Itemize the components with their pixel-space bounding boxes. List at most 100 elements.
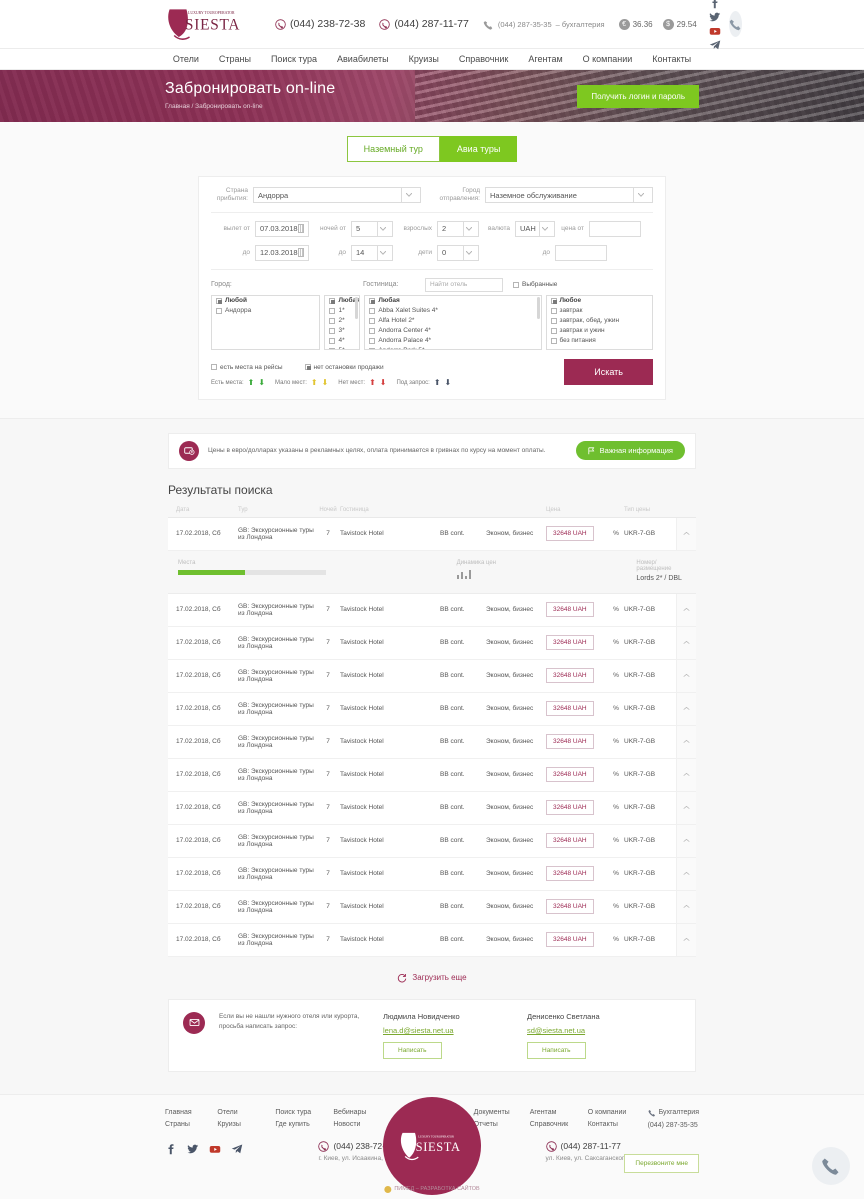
footer-link-agents[interactable]: Агентам [530, 1109, 588, 1116]
table-row[interactable]: 17.02.2018, Сб GB: Экскурсионные туры из … [168, 593, 696, 627]
row-price[interactable]: 32648 UAH [546, 734, 608, 750]
row-price[interactable]: 32648 UAH [546, 701, 608, 717]
youtube-icon[interactable] [709, 25, 721, 37]
depart-from-input[interactable]: 07.03.2018 [255, 220, 309, 237]
meal-option-0[interactable]: Любое [547, 296, 653, 306]
footer-logo[interactable]: LUXURY TOUROPERATOR SIESTA [383, 1096, 481, 1195]
header-call-button[interactable] [728, 11, 742, 37]
facebook-icon[interactable] [709, 0, 721, 9]
price-from-input[interactable] [589, 220, 641, 237]
nav-item-5[interactable]: Справочник [459, 54, 509, 64]
youtube-icon[interactable] [209, 1143, 221, 1155]
contact-person-1-write-button[interactable]: Написать [383, 1041, 442, 1059]
hotel-option-2[interactable]: Alfa Hotel 2* [365, 316, 540, 326]
row-price[interactable]: 32648 UAH [546, 833, 608, 849]
footer-link-where-buy[interactable]: Где купить [275, 1121, 333, 1128]
star-option-2[interactable]: 2* [325, 316, 359, 326]
table-row[interactable]: 17.02.2018, Сб GB: Экскурсионные туры из … [168, 758, 696, 792]
kids-select[interactable]: 0 [437, 244, 479, 261]
table-row[interactable]: 17.02.2018, Сб GB: Экскурсионные туры из … [168, 824, 696, 858]
star-option-5[interactable]: 5* [325, 346, 359, 349]
footer-accounting-phone[interactable]: (044) 287-35-35 [648, 1122, 699, 1129]
footer-link-tour-search[interactable]: Поиск тура [275, 1109, 333, 1116]
row-collapse-toggle[interactable] [676, 725, 696, 758]
load-more-button[interactable]: Загрузить еще [168, 973, 696, 983]
row-price[interactable]: 32648 UAH [546, 932, 608, 948]
nav-item-1[interactable]: Страны [219, 54, 251, 64]
row-price[interactable]: 32648 UAH [546, 767, 608, 783]
tab-air-tour[interactable]: Авиа туры [439, 136, 518, 162]
row-collapse-toggle[interactable] [676, 923, 696, 956]
floating-call-button[interactable] [812, 1146, 850, 1185]
footer-link-contacts[interactable]: Контакты [588, 1121, 648, 1128]
row-collapse-toggle[interactable] [676, 758, 696, 791]
hotel-list[interactable]: Любая Abba Xalet Suites 4* Alfa Hotel 2*… [364, 294, 542, 350]
table-row[interactable]: 17.02.2018, Сб GB: Экскурсионные туры из … [168, 857, 696, 891]
tab-ground-tour[interactable]: Наземный тур [346, 136, 440, 162]
row-price[interactable]: 32648 UAH [546, 635, 608, 651]
table-row[interactable]: 17.02.2018, Сб GB: Экскурсионные туры из … [168, 890, 696, 924]
table-row[interactable]: 17.02.2018, Сб GB: Экскурсионные туры из … [168, 626, 696, 660]
row-collapse-toggle[interactable] [676, 626, 696, 659]
hotel-option-1[interactable]: Abba Xalet Suites 4* [365, 306, 540, 316]
price-to-input[interactable] [555, 244, 607, 261]
favorites-checkbox[interactable]: Выбранные [513, 281, 557, 288]
footer-link-handbook[interactable]: Справочник [530, 1121, 588, 1128]
row-collapse-toggle[interactable] [676, 692, 696, 725]
nav-item-8[interactable]: Контакты [652, 54, 691, 64]
table-row[interactable]: 17.02.2018, Сб GB: Экскурсионные туры из … [168, 659, 696, 693]
row-collapse-toggle[interactable] [676, 791, 696, 824]
hotel-option-4[interactable]: Andorra Palace 4* [365, 336, 540, 346]
adults-select[interactable]: 2 [437, 220, 479, 237]
contact-person-2-email[interactable]: sd@siesta.net.ua [527, 1026, 657, 1035]
footer-link-reports[interactable]: Отчеты [474, 1121, 530, 1128]
twitter-icon[interactable] [187, 1143, 199, 1155]
meal-option-2[interactable]: завтрак, обед, ужин [547, 316, 653, 326]
row-collapse-toggle[interactable] [676, 593, 696, 626]
row-price[interactable]: 32648 UAH [546, 866, 608, 882]
hotel-option-5[interactable]: Andorra Park 5* [365, 346, 540, 349]
telegram-icon[interactable] [709, 39, 721, 51]
star-option-4[interactable]: 4* [325, 336, 359, 346]
telegram-icon[interactable] [231, 1143, 243, 1155]
row-collapse-toggle[interactable] [676, 824, 696, 857]
footer-link-cruises[interactable]: Круизы [217, 1121, 275, 1128]
footer-link-hotels[interactable]: Отели [217, 1109, 275, 1116]
stars-list[interactable]: Любая 1* 2* 3* 4* 5* Apt [324, 294, 361, 350]
site-logo[interactable]: LUXURY TOUROPERATOR SIESTA [165, 6, 257, 42]
nights-to-select[interactable]: 14 [351, 244, 393, 261]
contact-person-2-write-button[interactable]: Написать [527, 1041, 586, 1059]
meal-option-1[interactable]: завтрак [547, 306, 653, 316]
meal-option-4[interactable]: без питания [547, 336, 653, 346]
table-row[interactable]: 17.02.2018, Сб GB: Экскурсионные туры из … [168, 791, 696, 825]
city-option-1[interactable]: Андорра [212, 306, 319, 316]
city-from-select[interactable]: Наземное обслуживание [485, 187, 653, 204]
nav-item-3[interactable]: Авиабилеты [337, 54, 389, 64]
row-price[interactable]: 32648 UAH [546, 899, 608, 915]
nav-item-2[interactable]: Поиск тура [271, 54, 317, 64]
row-price[interactable]: 32648 UAH [546, 602, 608, 618]
table-row[interactable]: 17.02.2018, Сб GB: Экскурсионные туры из … [168, 923, 696, 957]
footer-link-main[interactable]: Главная [165, 1109, 217, 1116]
twitter-icon[interactable] [709, 11, 721, 23]
table-row[interactable]: 17.02.2018, Сб GB: Экскурсионные туры из … [168, 517, 696, 551]
nav-item-0[interactable]: Отели [173, 54, 199, 64]
expanded-dynamics[interactable]: Динамика цен [456, 560, 637, 582]
row-price[interactable]: 32648 UAH [546, 668, 608, 684]
depart-to-input[interactable]: 12.03.2018 [255, 244, 309, 261]
important-info-button[interactable]: Важная информация [575, 441, 685, 461]
no-stop-sales-checkbox[interactable]: нет остановки продажи [304, 364, 384, 371]
table-row[interactable]: 17.02.2018, Сб GB: Экскурсионные туры из … [168, 692, 696, 726]
scrollbar-thumb[interactable] [536, 296, 540, 319]
hotel-option-3[interactable]: Andorra Center 4* [365, 326, 540, 336]
star-option-1[interactable]: 1* [325, 306, 359, 316]
row-collapse-toggle[interactable] [676, 890, 696, 923]
row-collapse-toggle[interactable] [676, 659, 696, 692]
get-login-button[interactable]: Получить логин и пароль [577, 85, 699, 108]
footer-link-documents[interactable]: Документы [474, 1109, 530, 1116]
callback-button[interactable]: Перезвоните мне [624, 1153, 699, 1173]
row-price[interactable]: 32648 UAH [546, 800, 608, 816]
footer-link-about[interactable]: О компании [588, 1109, 648, 1116]
search-submit-button[interactable]: Искать [564, 359, 653, 386]
header-phone-1[interactable]: (044) 238-72-38 [275, 18, 365, 30]
